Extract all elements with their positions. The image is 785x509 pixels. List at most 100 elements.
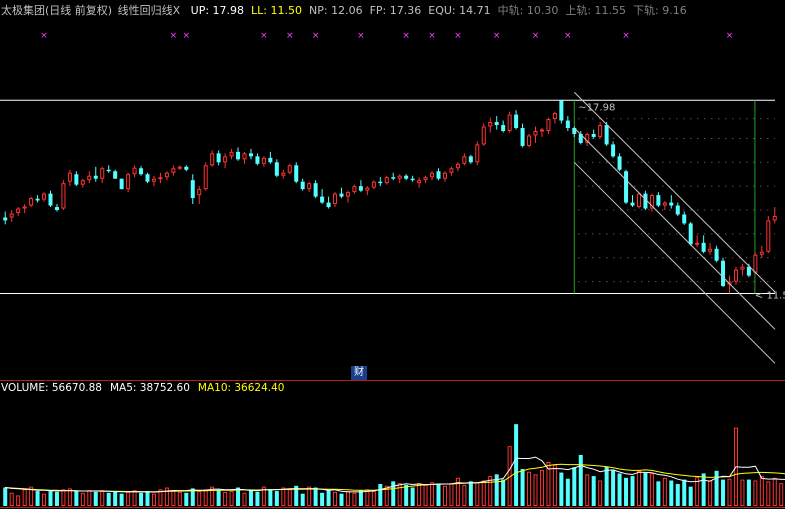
candle-body bbox=[339, 193, 344, 197]
marker-row: ×××××××××××××××××× bbox=[40, 31, 733, 41]
volume-bar bbox=[565, 478, 570, 506]
volume-bar bbox=[533, 474, 538, 507]
candle-body bbox=[611, 144, 616, 157]
candle bbox=[352, 184, 357, 194]
candle-body bbox=[378, 181, 383, 184]
volume-bar bbox=[307, 486, 312, 507]
volume-bar bbox=[274, 491, 279, 506]
candle bbox=[236, 147, 241, 161]
finance-icon[interactable]: 财 bbox=[351, 366, 367, 380]
candle-body bbox=[9, 213, 14, 218]
candle-body bbox=[384, 177, 389, 184]
candle-body bbox=[171, 168, 176, 173]
candle bbox=[714, 245, 719, 263]
candle bbox=[87, 171, 92, 184]
candle-body bbox=[48, 193, 53, 206]
volume-item-value-2: 36624.40 bbox=[234, 382, 285, 394]
volume-bar bbox=[740, 479, 745, 507]
volume-bar bbox=[624, 477, 629, 506]
regression-channel bbox=[573, 91, 776, 364]
candle bbox=[630, 195, 635, 208]
candle-body bbox=[352, 186, 357, 193]
header-item-7: 下轨: bbox=[633, 4, 663, 17]
volume-bar bbox=[675, 484, 680, 506]
volume-bar bbox=[93, 491, 98, 506]
volume-bar bbox=[358, 490, 363, 506]
volume-bar bbox=[591, 476, 596, 506]
candle-body bbox=[436, 171, 441, 179]
candle-body bbox=[164, 172, 169, 178]
candle-body bbox=[281, 172, 286, 176]
candle bbox=[656, 192, 661, 208]
candle-body bbox=[22, 206, 27, 209]
candle bbox=[126, 172, 131, 193]
candle-body bbox=[35, 198, 40, 201]
volume-bar bbox=[766, 481, 771, 506]
candle bbox=[61, 180, 66, 211]
candle-body bbox=[345, 192, 350, 197]
candle bbox=[546, 117, 551, 134]
candle bbox=[80, 178, 85, 188]
volume-item-2: MA10: bbox=[197, 382, 235, 394]
candle-body bbox=[203, 165, 208, 190]
price-header: 太极集团(日线 前复权) 线性回归线X UP: 17.98 LL: 11.50 NP… bbox=[1, 4, 701, 18]
volume-bar bbox=[333, 491, 338, 507]
volume-bar bbox=[572, 467, 577, 506]
volume-bar bbox=[365, 489, 370, 506]
volume-bar bbox=[417, 483, 422, 506]
candle bbox=[410, 175, 415, 182]
volume-bar bbox=[229, 491, 234, 507]
candle-body bbox=[565, 120, 570, 129]
volume-item-1: MA5: bbox=[109, 382, 140, 394]
candle-body bbox=[184, 166, 189, 170]
marker: × bbox=[402, 31, 410, 41]
volume-bar bbox=[145, 491, 150, 506]
candle bbox=[539, 128, 544, 137]
candle-body bbox=[358, 186, 363, 191]
candle bbox=[682, 211, 687, 225]
volume-bar bbox=[539, 469, 544, 507]
volume-bar bbox=[216, 490, 221, 506]
volume-bar bbox=[113, 491, 118, 506]
candle-body bbox=[630, 202, 635, 206]
candle-body bbox=[371, 181, 376, 188]
candle-body bbox=[106, 169, 111, 172]
volume-bar bbox=[339, 493, 344, 506]
volume-bar bbox=[656, 481, 661, 506]
candle bbox=[565, 116, 570, 131]
candle-body bbox=[190, 180, 195, 199]
candle-body bbox=[236, 151, 241, 160]
volume-bar bbox=[527, 471, 532, 506]
header-item-4: EQU: bbox=[428, 4, 460, 17]
marker: × bbox=[40, 31, 48, 41]
candle bbox=[48, 190, 53, 208]
candle bbox=[481, 123, 486, 146]
candle bbox=[164, 171, 169, 181]
volume-panel[interactable] bbox=[3, 424, 785, 507]
volume-bar bbox=[35, 491, 40, 506]
candle-body bbox=[300, 181, 305, 190]
candle-body bbox=[139, 168, 144, 175]
candle bbox=[177, 165, 182, 170]
candle bbox=[384, 175, 389, 185]
marker: × bbox=[622, 31, 630, 41]
candle-body bbox=[552, 113, 557, 120]
candle-body bbox=[701, 242, 706, 252]
candle bbox=[721, 257, 726, 287]
candle-body bbox=[455, 163, 460, 169]
price-panel[interactable]: ~17.98 < 11.50 bbox=[0, 99, 785, 302]
candle-body bbox=[145, 174, 150, 182]
candle-body bbox=[42, 193, 47, 200]
candle-body bbox=[126, 174, 131, 190]
stock-chart[interactable]: ×××××××××××××××××× ~17.98< 11.50 bbox=[0, 0, 785, 509]
marker: × bbox=[312, 31, 320, 41]
indicator-name: 线性回归线X bbox=[117, 4, 181, 17]
candle bbox=[462, 153, 467, 166]
candle-body bbox=[475, 144, 480, 163]
volume-bar bbox=[74, 491, 79, 506]
candle bbox=[255, 153, 260, 166]
candle bbox=[281, 169, 286, 179]
volume-bar bbox=[430, 482, 435, 506]
volume-bar bbox=[177, 491, 182, 507]
header-item-6: 上轨: bbox=[565, 4, 595, 17]
